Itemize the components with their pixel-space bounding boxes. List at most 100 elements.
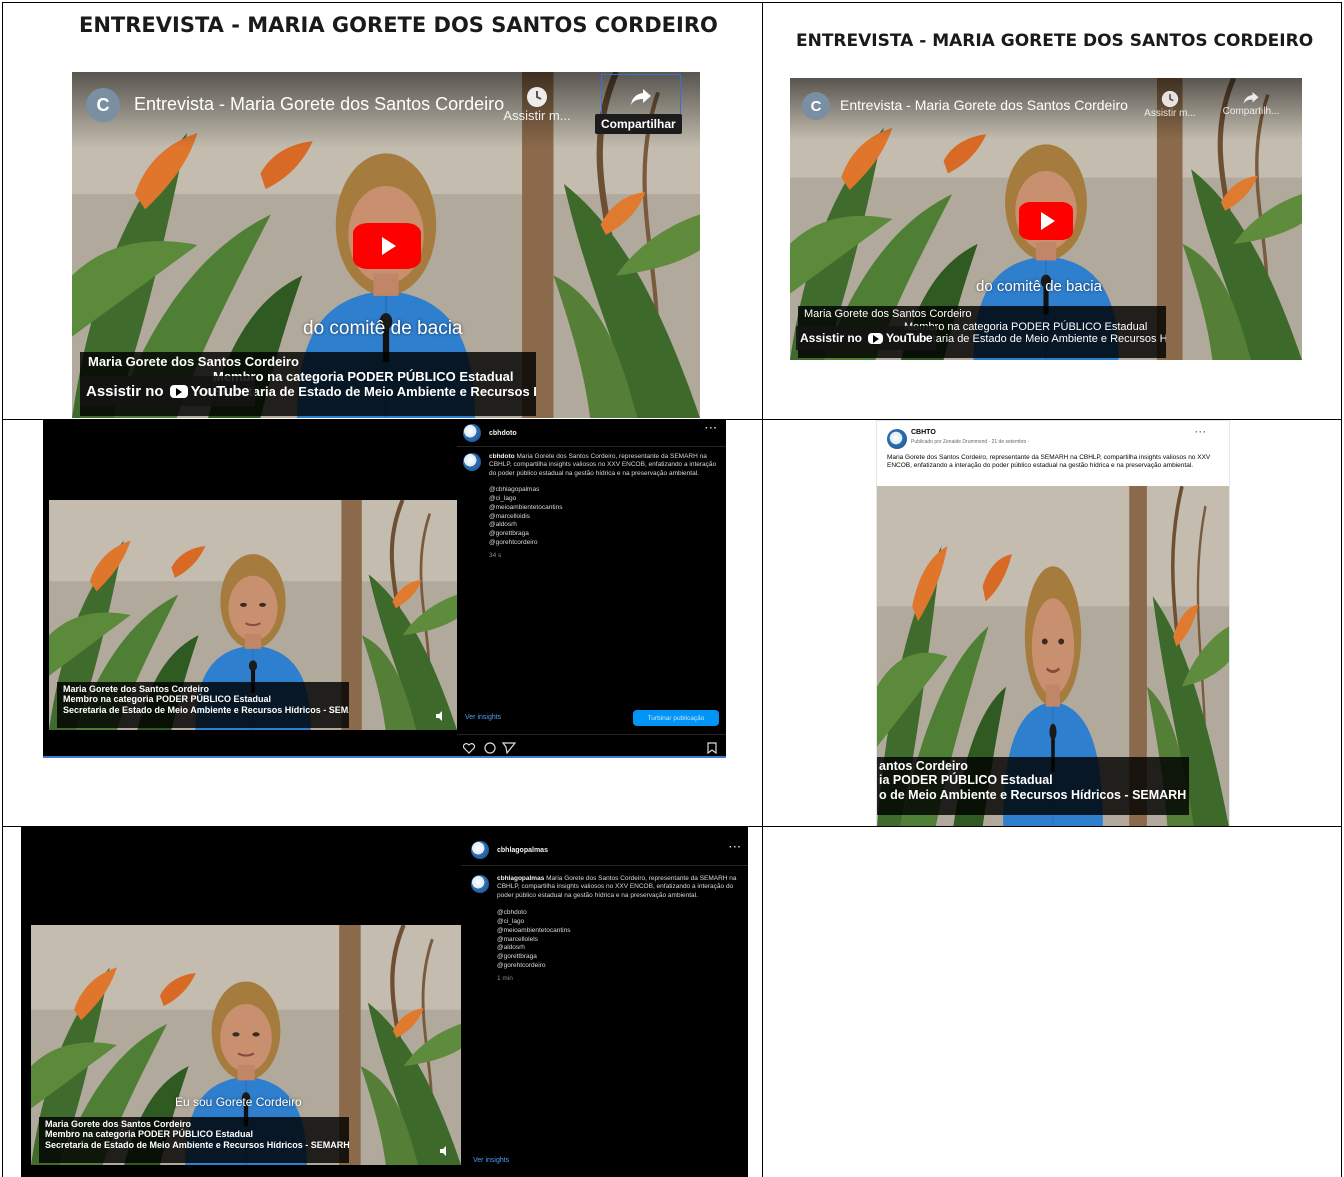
view-insights-link[interactable]: Ver insights [465,714,501,721]
document-title: ENTREVISTA - MARIA GORETE DOS SANTOS COR… [79,13,718,37]
watch-later-label: Assistir m... [503,108,571,123]
view-insights-link[interactable]: Ver insights [473,1157,509,1164]
youtube-wordmark: YouTube [886,331,933,345]
more-options-icon[interactable]: ··· [729,842,742,853]
header-divider [457,446,726,447]
watch-later-button[interactable]: Assistir m... [1138,90,1202,119]
page-avatar[interactable] [887,429,907,449]
facebook-post-card: CBHTO Publicado por Zenaide Drummond · 2… [876,420,1230,826]
lower-third-caption: antos Cordeiro ia PODER PÚBLICO Estadual… [877,757,1189,815]
mention-link[interactable]: @ci_lago [497,918,737,927]
mention-link[interactable]: @gorettbraga [497,953,737,962]
mention-link[interactable]: @gorehtcordeiro [497,962,737,971]
caption-block: cbhlagopalmas Maria Gorete dos Santos Co… [471,875,737,982]
lower-third-line-1: Maria Gorete dos Santos Cordeiro [88,354,299,369]
mention-link[interactable]: @ci_lago [489,495,717,504]
instagram-post-panel: Maria Gorete dos Santos Cordeiro Membro … [43,420,726,756]
mention-list: @cbhlagopalmas @ci_lago @meioambientetoc… [489,486,717,547]
caption-username[interactable]: cbhlagopalmas [497,875,544,882]
cell-instagram-cbhdoto: Maria Gorete dos Santos Cordeiro Membro … [2,419,763,827]
youtube-embed-player[interactable]: C Entrevista - Maria Gorete dos Santos C… [72,72,700,418]
lower-third-line-1: Maria Gorete dos Santos Cordeiro [45,1119,192,1129]
underline-divider [43,756,726,758]
lower-third-line-1: Maria Gorete dos Santos Cordeiro [804,308,972,320]
post-username[interactable]: cbhlagopalmas [497,847,548,854]
instagram-side-panel: cbhdoto [463,424,721,442]
clock-icon [1161,90,1179,108]
post-username[interactable]: cbhdoto [489,430,517,437]
like-icon [463,743,476,754]
boost-post-button[interactable]: Turbinar publicação [633,710,719,726]
save-bookmark-icon[interactable] [707,742,717,754]
mention-link[interactable]: @meioambientetocantins [497,927,737,936]
post-timestamp: 34 s [489,551,502,559]
youtube-embed-player-small[interactable]: C Entrevista - Maria Gorete dos Santos C… [790,78,1302,360]
facebook-video[interactable]: antos Cordeiro ia PODER PÚBLICO Estadual… [877,486,1229,826]
share-arrow-icon [631,89,651,105]
post-header: cbhlagopalmas [471,841,741,859]
profile-avatar[interactable] [471,841,489,859]
video-subtitle: do comitê de bacia [976,278,1102,295]
mention-link[interactable]: @gorehtcordeiro [489,539,717,548]
header-divider [461,865,748,866]
mention-link[interactable]: @marcelloidis [489,513,717,522]
watch-later-label: Assistir m... [1144,108,1196,119]
instagram-video[interactable]: Maria Gorete dos Santos Cordeiro Membro … [49,500,457,730]
youtube-wordmark: YouTube [190,382,250,400]
caption-username[interactable]: cbhdoto [489,453,515,460]
caption-avatar[interactable] [463,453,481,471]
video-subtitle: Eu sou Gorete Cordeiro [175,1095,302,1109]
mention-link[interactable]: @gorettbraga [489,530,717,539]
lower-third-line-3: o de Meio Ambiente e Recursos Hídricos -… [879,787,1187,802]
comment-icon [484,742,496,754]
more-options-icon[interactable]: ··· [1195,427,1207,437]
instagram-side-panel: cbhlagopalmas [471,841,741,859]
post-timestamp: 1 min [497,974,513,982]
caption-text: cbhdoto Maria Gorete dos Santos Cordeiro… [489,453,717,478]
mention-link[interactable]: @cbhdoto [497,909,737,918]
channel-avatar[interactable]: C [802,92,830,120]
caption-avatar[interactable] [471,875,489,893]
send-icon [501,742,517,754]
watch-later-button[interactable]: Assistir m... [502,86,572,123]
youtube-logo: YouTube [868,331,933,345]
mention-link[interactable]: @cbhlagopalmas [489,486,717,495]
instagram-post-panel: Eu sou Gorete Cordeiro Maria Gorete dos … [21,827,748,1177]
mention-list: @cbhdoto @ci_lago @meioambientetocantins… [497,909,737,970]
watch-on-youtube-button[interactable]: Assistir no YouTube [796,326,937,350]
share-tooltip: Compartilhar [595,114,682,134]
play-button[interactable] [1019,202,1073,240]
lower-third-line-3: Secretaria de Estado de Meio Ambiente e … [63,704,349,715]
video-title-link[interactable]: Entrevista - Maria Gorete dos Santos Cor… [134,94,504,115]
cell-youtube-small: ENTREVISTA - MARIA GORETE DOS SANTOS COR… [762,2,1342,420]
instagram-video[interactable]: Eu sou Gorete Cordeiro Maria Gorete dos … [31,925,461,1165]
profile-avatar[interactable] [463,424,481,442]
cell-instagram-cbhlagopalmas: Eu sou Gorete Cordeiro Maria Gorete dos … [2,826,763,1177]
mention-link[interactable]: @marcellolels [497,936,737,945]
caption-body: Maria Gorete dos Santos Cordeiro, repres… [489,453,717,477]
share-label: Compartilh... [1222,106,1280,117]
caption-block: cbhdoto Maria Gorete dos Santos Cordeiro… [463,453,717,559]
lower-third-caption: Maria Gorete dos Santos Cordeiro Membro … [57,682,349,728]
youtube-play-icon [169,384,188,398]
cell-empty [762,826,1342,1177]
actions-divider [457,734,726,735]
mention-link[interactable]: @meioambientetocantins [489,504,717,513]
mute-icon[interactable] [435,710,447,722]
lower-third-line-2: ia PODER PÚBLICO Estadual [879,773,1053,788]
cell-youtube-large: ENTREVISTA - MARIA GORETE DOS SANTOS COR… [2,2,763,420]
page-name-link[interactable]: CBHTO [911,429,936,436]
channel-avatar[interactable]: C [86,88,120,122]
lower-third-line-3: Secretaria de Estado de Meio Ambiente e … [45,1139,349,1150]
mention-link[interactable]: @aldosrh [489,521,717,530]
lower-third-line-2: Membro na categoria PODER PÚBLICO Estadu… [63,694,272,705]
share-button[interactable]: Compartilh... [1216,90,1286,117]
mention-link[interactable]: @aldosrh [497,944,737,953]
mute-icon[interactable] [439,1145,451,1157]
post-header: cbhdoto [463,424,721,442]
watch-on-youtube-button[interactable]: Assistir no YouTube [80,376,255,406]
lower-third-line-1: Maria Gorete dos Santos Cordeiro [63,684,210,694]
play-button[interactable] [353,223,421,269]
more-options-icon[interactable]: ··· [705,423,718,434]
video-title-link[interactable]: Entrevista - Maria Gorete dos Santos Cor… [840,97,1128,113]
